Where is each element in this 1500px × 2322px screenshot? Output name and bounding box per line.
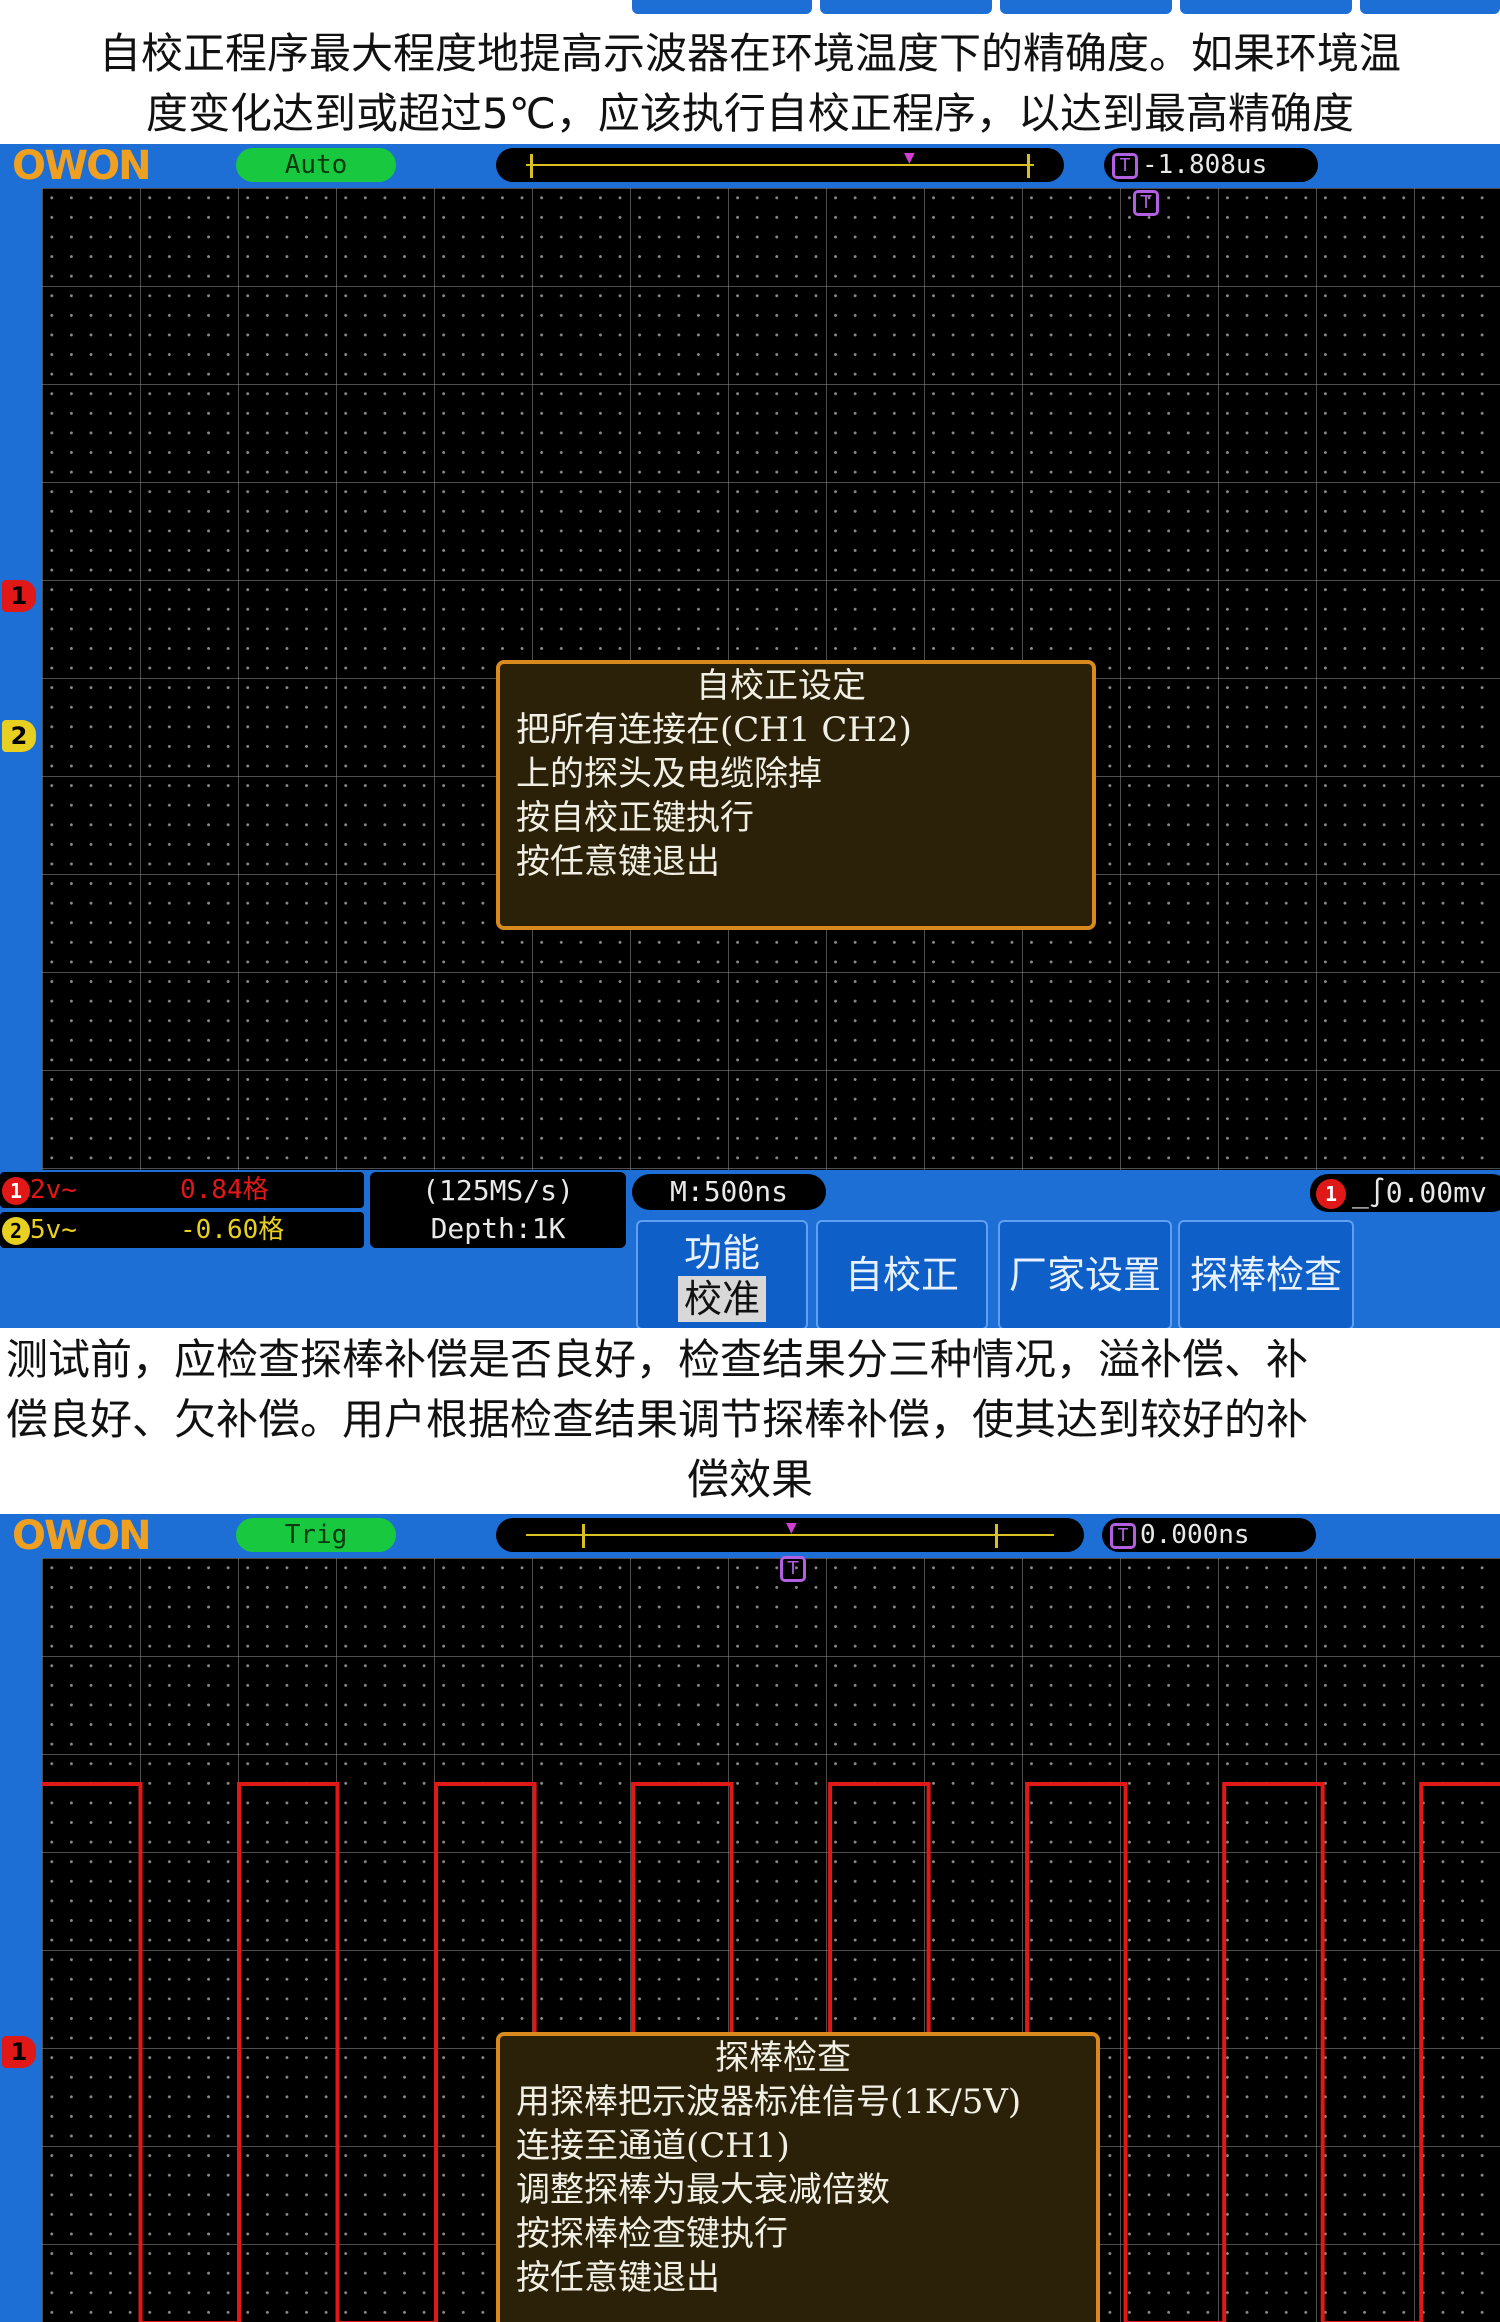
caption-line: 偿效果	[686, 1455, 813, 1504]
caption-line: 测试前，应检查探棒补偿是否良好，检查结果分三种情况，溢补偿、补	[6, 1335, 1309, 1384]
self-calibration-button[interactable]: 自校正	[816, 1220, 988, 1328]
oscilloscope-screen-1: OWON Auto ▼ T -1.808us T 1 2 自校正设定 把所有连接在…	[0, 144, 1500, 1328]
probe-check-button[interactable]: 探棒检查	[1178, 1220, 1354, 1328]
remnant-tab	[1180, 0, 1352, 14]
trigger-point-icon: ▼	[904, 150, 915, 166]
ch1-level-marker[interactable]: 1	[2, 580, 36, 612]
dialog-title: 自校正设定	[696, 666, 866, 706]
caption-probe-check: 测试前，应检查探棒补偿是否良好，检查结果分三种情况，溢补偿、补 偿良好、欠补偿。…	[0, 1330, 1500, 1510]
timebase-readout: M:500ns	[632, 1174, 826, 1210]
top-status-bar: OWON Auto ▼ T -1.808us	[0, 144, 1500, 188]
acquisition-mode-badge: Auto	[236, 148, 396, 182]
top-status-bar: OWON Trig ▼ T 0.000ns	[0, 1514, 1500, 1558]
ch1-offset: 0.84格	[180, 1175, 269, 1205]
dialog-line: 把所有连接在(CH1 CH2)	[516, 710, 912, 750]
previous-screen-remnant	[0, 0, 1500, 18]
trigger-status: 1 _∫0.00mv	[1310, 1174, 1500, 1212]
dialog-line: 按自校正键执行	[516, 798, 754, 838]
horizontal-position-bar[interactable]: ▼	[496, 148, 1064, 182]
caption-self-calibration: 自校正程序最大程度地提高示波器在环境温度下的精确度。如果环境温 度变化达到或超过…	[0, 24, 1500, 144]
ch1-level-marker[interactable]: 1	[2, 2036, 36, 2068]
horizontal-position-bar[interactable]: ▼	[496, 1518, 1084, 1552]
trigger-level: 0.00mv	[1385, 1176, 1487, 1209]
dialog-line: 上的探头及电缆除掉	[516, 754, 822, 794]
trigger-position-value: 0.000ns	[1140, 1520, 1250, 1550]
remnant-tab	[1360, 0, 1500, 14]
caption-line: 度变化达到或超过5℃，应该执行自校正程序，以达到最高精确度	[146, 89, 1354, 138]
dialog-line: 用探棒把示波器标准信号(1K/5V)	[516, 2082, 1022, 2122]
probe-check-dialog: 探棒检查 用探棒把示波器标准信号(1K/5V) 连接至通道(CH1) 调整探棒为…	[496, 2032, 1100, 2322]
trigger-channel: 1	[1316, 1179, 1346, 1209]
trigger-position-value: -1.808us	[1142, 150, 1268, 180]
factory-settings-button[interactable]: 厂家设置	[998, 1220, 1172, 1328]
trigger-icon: T	[1112, 152, 1138, 179]
trigger-position-readout: T 0.000ns	[1102, 1518, 1316, 1552]
bottom-status-bar: 1 2v~ 0.84格 2 5v~ -0.60格 (125MS/s) Depth:1K …	[0, 1170, 1500, 1328]
self-calibration-dialog: 自校正设定 把所有连接在(CH1 CH2) 上的探头及电缆除掉 按自校正键执行 …	[496, 660, 1096, 930]
dialog-line: 按探棒检查键执行	[516, 2214, 788, 2254]
remnant-tab	[632, 0, 812, 14]
owon-logo: OWON	[12, 144, 152, 189]
dialog-line: 调整探棒为最大衰减倍数	[516, 2170, 890, 2210]
ch2-offset: -0.60格	[180, 1215, 285, 1245]
dialog-line: 连接至通道(CH1)	[516, 2126, 790, 2166]
rising-edge-icon: _∫	[1352, 1176, 1386, 1209]
trigger-point-icon: ▼	[786, 1520, 797, 1536]
ch1-status[interactable]: 1 2v~ 0.84格	[0, 1172, 364, 1208]
ch2-status[interactable]: 2 5v~ -0.60格	[0, 1212, 364, 1248]
acquisition-info: (125MS/s) Depth:1K	[370, 1172, 626, 1248]
trigger-icon: T	[1110, 1522, 1136, 1549]
trigger-position-marker-icon: T	[1133, 190, 1159, 216]
ch1-volts-div: 2v~	[30, 1175, 77, 1205]
remnant-tab	[1000, 0, 1172, 14]
memory-depth: Depth:1K	[430, 1212, 566, 1245]
caption-line: 自校正程序最大程度地提高示波器在环境温度下的精确度。如果环境温	[98, 29, 1401, 78]
ch2-number: 2	[2, 1216, 30, 1245]
dialog-line: 按任意键退出	[516, 2258, 720, 2298]
caption-line: 偿良好、欠补偿。用户根据检查结果调节探棒补偿，使其达到较好的补	[6, 1395, 1309, 1444]
dialog-title: 探棒检查	[715, 2038, 851, 2078]
sample-rate: (125MS/s)	[422, 1174, 574, 1207]
ch2-volts-div: 5v~	[30, 1215, 77, 1245]
ch2-level-marker[interactable]: 2	[2, 720, 36, 752]
function-label: 功能	[683, 1231, 760, 1275]
ch1-number: 1	[2, 1176, 30, 1205]
acquisition-mode-badge: Trig	[236, 1518, 396, 1552]
dialog-line: 按任意键退出	[516, 842, 720, 882]
trigger-position-readout: T -1.808us	[1104, 148, 1318, 182]
remnant-tab	[820, 0, 992, 14]
owon-logo: OWON	[12, 1514, 152, 1559]
function-menu-button[interactable]: 功能 校准	[636, 1220, 808, 1328]
oscilloscope-screen-2: OWON Trig ▼ T 0.000ns T 1 探棒检查 用探棒把示波器标准信…	[0, 1514, 1500, 2322]
function-value: 校准	[677, 1276, 766, 1322]
